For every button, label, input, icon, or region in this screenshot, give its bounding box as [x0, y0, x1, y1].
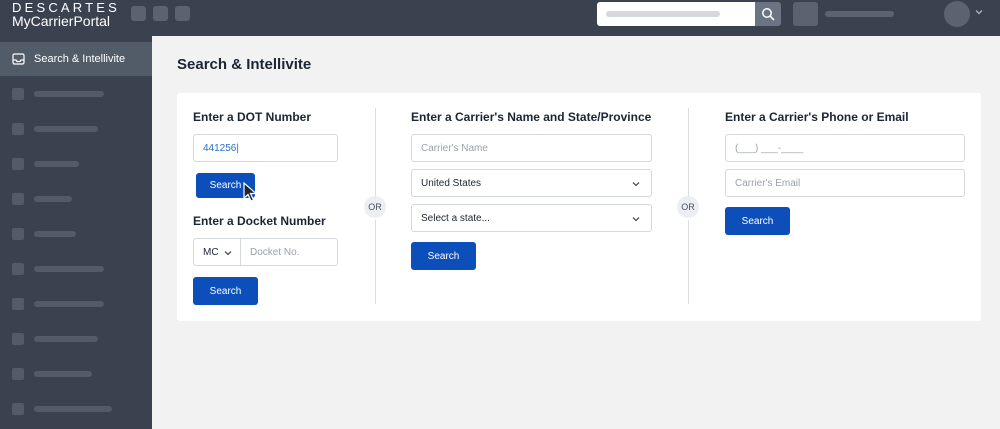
- sidebar-icon: [12, 158, 24, 170]
- global-search-input[interactable]: [597, 2, 755, 26]
- carrier-name-input[interactable]: Carrier's Name: [411, 134, 652, 162]
- global-search-button[interactable]: [755, 2, 781, 26]
- phone-input[interactable]: (___) ___-____: [725, 134, 965, 162]
- carrier-name-heading: Enter a Carrier's Name and State/Provinc…: [411, 110, 652, 124]
- chevron-down-icon: [632, 217, 640, 222]
- docket-prefix-select[interactable]: MC: [193, 238, 241, 266]
- search-placeholder-bar: [606, 11, 720, 17]
- chevron-down-icon: [224, 251, 232, 256]
- sidebar-label-bar: [34, 301, 104, 307]
- notification-box[interactable]: [793, 2, 818, 26]
- sidebar-icon: [12, 228, 24, 240]
- docket-prefix-value: MC: [203, 246, 219, 258]
- sidebar-icon: [12, 403, 24, 415]
- sidebar-item[interactable]: [12, 332, 142, 346]
- phone-email-heading: Enter a Carrier's Phone or Email: [725, 110, 909, 124]
- user-name-bar: [825, 11, 894, 17]
- sidebar-label-bar: [34, 161, 79, 167]
- sidebar-item[interactable]: [12, 157, 142, 171]
- top-bar: DESCARTES MyCarrierPortal: [0, 0, 1000, 36]
- sidebar-label-bar: [34, 406, 112, 412]
- country-select[interactable]: United States: [411, 169, 652, 197]
- toolbar-icon-1[interactable]: [131, 6, 146, 21]
- chevron-down-icon: [632, 182, 640, 187]
- phone-email-search-button[interactable]: Search: [725, 207, 790, 235]
- sidebar-icon: [12, 263, 24, 275]
- page-title: Search & Intellivite: [177, 56, 312, 73]
- toolbar-icon-2[interactable]: [153, 6, 168, 21]
- inbox-icon: [12, 53, 25, 65]
- sidebar-icon: [12, 298, 24, 310]
- sidebar-label-bar: [34, 336, 98, 342]
- sidebar-label-bar: [34, 371, 92, 377]
- sidebar-icon: [12, 123, 24, 135]
- column-divider: [688, 108, 689, 196]
- email-input[interactable]: Carrier's Email: [725, 169, 965, 197]
- brand-logo[interactable]: DESCARTES MyCarrierPortal: [12, 0, 120, 29]
- sidebar-item-label: Search & Intellivite: [34, 53, 126, 65]
- toolbar-icon-3[interactable]: [175, 6, 190, 21]
- state-placeholder: Select a state...: [421, 212, 490, 224]
- sidebar-icon: [12, 193, 24, 205]
- search-icon: [762, 8, 775, 21]
- carrier-name-search-button[interactable]: Search: [411, 242, 476, 270]
- sidebar-item[interactable]: [12, 227, 142, 241]
- sidebar-item[interactable]: [12, 367, 142, 381]
- dot-heading: Enter a DOT Number: [193, 110, 312, 124]
- mouse-cursor-icon: [243, 182, 258, 202]
- sidebar-item[interactable]: [12, 192, 142, 206]
- brand-product: MyCarrierPortal: [12, 13, 111, 29]
- column-divider: [688, 220, 689, 304]
- sidebar-icon: [12, 368, 24, 380]
- docket-search-button[interactable]: Search: [193, 277, 258, 305]
- sidebar-item[interactable]: [12, 87, 142, 101]
- state-select[interactable]: Select a state...: [411, 204, 652, 232]
- sidebar-icon: [12, 333, 24, 345]
- sidebar-item[interactable]: [12, 122, 142, 136]
- docket-heading: Enter a Docket Number: [193, 214, 326, 228]
- sidebar-icon: [12, 88, 24, 100]
- sidebar-label-bar: [34, 126, 98, 132]
- sidebar-label-bar: [34, 91, 104, 97]
- dot-number-input[interactable]: 441256|: [193, 134, 338, 162]
- or-separator: OR: [677, 196, 699, 218]
- sidebar-label-bar: [34, 266, 104, 272]
- sidebar-item-search-intellivite[interactable]: Search & Intellivite: [0, 42, 152, 76]
- country-value: United States: [421, 177, 482, 189]
- sidebar-item[interactable]: [12, 297, 142, 311]
- sidebar-item[interactable]: [12, 402, 142, 416]
- sidebar: Search & Intellivite: [0, 36, 152, 429]
- column-divider: [375, 220, 376, 304]
- docket-number-input[interactable]: Docket No.: [240, 238, 338, 266]
- column-divider: [375, 108, 376, 196]
- sidebar-label-bar: [34, 231, 76, 237]
- chevron-down-icon[interactable]: [974, 7, 984, 17]
- sidebar-label-bar: [34, 196, 72, 202]
- sidebar-item[interactable]: [12, 262, 142, 276]
- or-separator: OR: [364, 196, 386, 218]
- avatar[interactable]: [944, 1, 970, 27]
